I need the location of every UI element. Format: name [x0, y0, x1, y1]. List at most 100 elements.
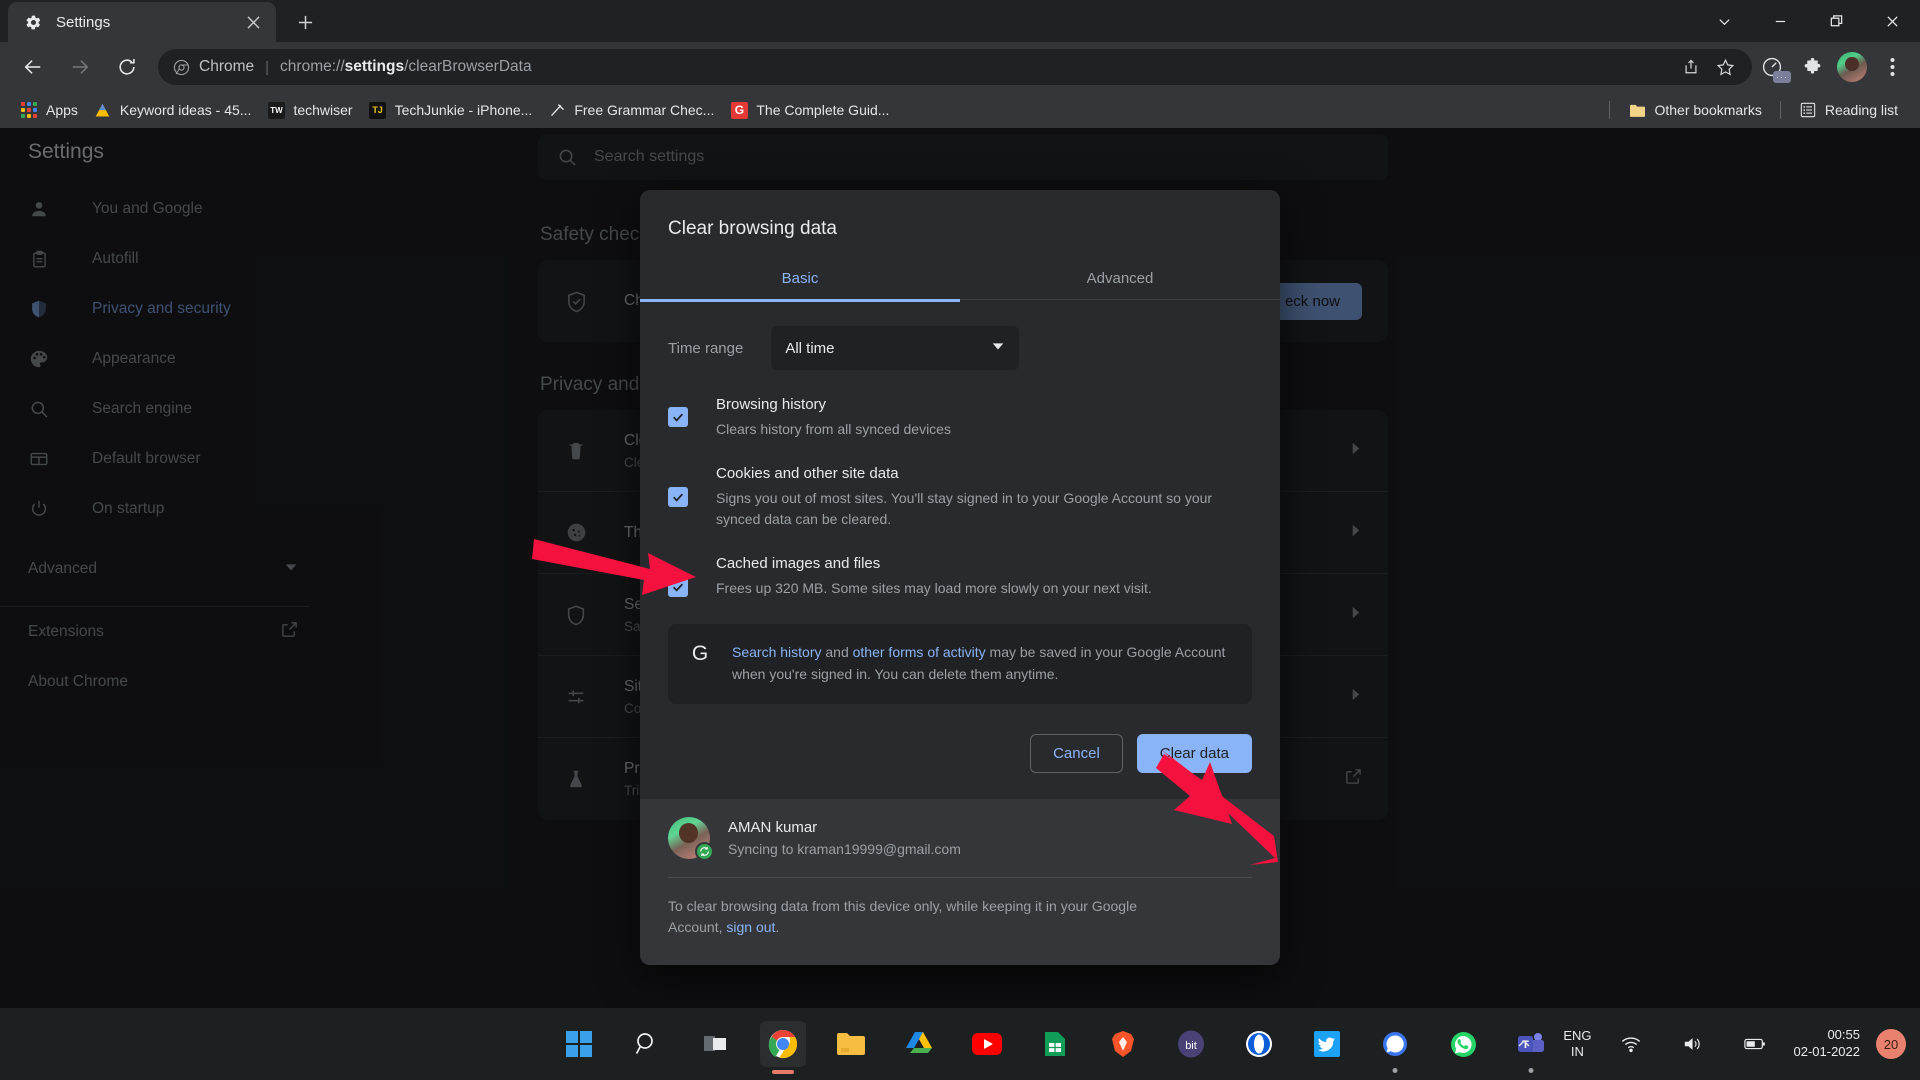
whatsapp-icon[interactable] — [1440, 1021, 1486, 1067]
sync-icon — [695, 841, 714, 861]
clock-date: 02-01-2022 — [1793, 1044, 1861, 1059]
url-bold: settings — [344, 58, 405, 75]
language-indicator[interactable]: ENG IN — [1563, 1028, 1591, 1061]
speedometer-icon[interactable]: ··· — [1752, 47, 1792, 87]
file-explorer-icon[interactable] — [828, 1021, 874, 1067]
dialog-footer: AMAN kumar Syncing to kraman19999@gmail.… — [640, 798, 1280, 965]
signal-icon[interactable] — [1372, 1021, 1418, 1073]
time-range-row: Time range All time — [668, 326, 1252, 370]
other-forms-of-activity-link[interactable]: other forms of activity — [853, 644, 986, 660]
option-title: Cached images and files — [716, 554, 881, 572]
omnibox-actions — [1674, 50, 1748, 84]
running-indicator-dot — [1392, 1068, 1398, 1073]
bookmark-item[interactable]: TW techwiser — [259, 96, 360, 124]
brave-icon[interactable] — [1100, 1021, 1146, 1067]
close-window-icon[interactable] — [1864, 0, 1920, 42]
checkbox-cached-images[interactable] — [668, 576, 688, 597]
battery-icon[interactable] — [1732, 1021, 1778, 1067]
bookmark-item[interactable]: Keyword ideas - 45... — [86, 96, 260, 124]
bookmarks-bar-right: Other bookmarks Reading list — [1599, 96, 1920, 124]
youtube-icon[interactable] — [964, 1021, 1010, 1067]
clock[interactable]: 00:55 02-01-2022 — [1794, 1027, 1861, 1061]
account-name: AMAN kumar — [728, 818, 818, 836]
bookmark-item[interactable]: Free Grammar Chec... — [540, 96, 722, 124]
time-range-select[interactable]: All time — [771, 326, 1020, 370]
close-icon[interactable] — [240, 9, 266, 35]
omnibox-separator: | — [265, 58, 270, 76]
bookmark-label: Reading list — [1824, 102, 1898, 118]
search-history-link[interactable]: Search history — [732, 644, 821, 660]
minimize-icon[interactable] — [1752, 0, 1808, 42]
chrome-icon[interactable] — [760, 1021, 806, 1067]
account-row: AMAN kumar Syncing to kraman19999@gmail.… — [668, 816, 1252, 861]
toolbar-right-icons: ··· — [1752, 47, 1920, 87]
checkbox-cookies[interactable] — [668, 487, 688, 508]
google-account-note: G Search history and other forms of acti… — [668, 624, 1252, 704]
reload-icon[interactable] — [107, 47, 147, 87]
bookmark-label: Free Grammar Chec... — [574, 102, 715, 118]
browser-tab-settings[interactable]: Settings — [8, 2, 276, 42]
option-title: Browsing history — [716, 396, 827, 413]
chevron-up-icon[interactable] — [1501, 1021, 1547, 1067]
checkbox-browsing-history[interactable] — [668, 407, 688, 427]
bookmark-item[interactable]: TJ TechJunkie - iPhone... — [361, 96, 541, 124]
divider — [1779, 101, 1781, 119]
language-line-2: IN — [1570, 1044, 1584, 1059]
running-indicator-dot — [1528, 1068, 1534, 1073]
option-cookies-and-site-data[interactable]: Cookies and other site data Signs you ou… — [668, 465, 1252, 529]
svg-text:bit: bit — [1185, 1040, 1197, 1052]
apps-grid-icon — [20, 101, 38, 119]
time-range-label: Time range — [668, 339, 744, 357]
option-cached-images-and-files[interactable]: Cached images and files Frees up 320 MB.… — [668, 555, 1252, 598]
cancel-button[interactable]: Cancel — [1030, 733, 1123, 773]
bookmark-label: techwiser — [293, 102, 353, 118]
google-g-icon: G — [691, 642, 709, 666]
address-bar[interactable]: Chrome | chrome://settings/clearBrowserD… — [158, 49, 1752, 85]
tab-strip: Settings — [0, 0, 1920, 42]
opera-icon[interactable] — [1236, 1021, 1282, 1067]
avatar — [668, 816, 714, 861]
chevron-down-icon[interactable] — [1696, 0, 1752, 42]
bookmark-item[interactable]: G The Complete Guid... — [722, 96, 897, 124]
search-icon[interactable] — [624, 1021, 670, 1067]
profile-avatar[interactable] — [1832, 47, 1872, 87]
notification-badge[interactable]: 20 — [1876, 1029, 1906, 1059]
share-icon[interactable] — [1674, 50, 1708, 84]
other-bookmarks-folder[interactable]: Other bookmarks — [1620, 96, 1769, 124]
omnibox-chip-label: Chrome — [199, 58, 255, 75]
clear-data-button[interactable]: Clear data — [1136, 733, 1252, 773]
omnibox-url: chrome://settings/clearBrowserData — [280, 58, 532, 76]
restore-icon[interactable] — [1808, 0, 1864, 42]
footer-note: To clear browsing data from this device … — [668, 896, 1188, 939]
bookmark-label: TechJunkie - iPhone... — [394, 102, 533, 118]
option-description: Frees up 320 MB. Some sites may load mor… — [716, 579, 1152, 596]
new-tab-button[interactable] — [288, 5, 322, 39]
wifi-icon[interactable] — [1608, 1021, 1654, 1067]
windows-start-icon[interactable] — [556, 1021, 602, 1067]
clock-time: 00:55 — [1827, 1027, 1860, 1043]
folder-icon — [1628, 101, 1646, 119]
dialog-actions: Cancel Clear data — [640, 704, 1280, 799]
bitly-icon[interactable]: bit — [1168, 1021, 1214, 1067]
bookmark-apps[interactable]: Apps — [12, 96, 86, 124]
account-sync-status: Syncing to kraman19999@gmail.com — [728, 840, 961, 857]
three-dots-menu-icon[interactable] — [1872, 47, 1912, 87]
windows-taskbar: bit T ENG IN 00:55 02-01-2022 20 — [0, 1008, 1920, 1080]
reading-list-button[interactable]: Reading list — [1791, 96, 1906, 124]
google-drive-icon[interactable] — [896, 1021, 942, 1067]
star-icon[interactable] — [1708, 50, 1742, 84]
option-browsing-history[interactable]: Browsing history Clears history from all… — [668, 396, 1252, 439]
tab-basic[interactable]: Basic — [640, 256, 960, 301]
google-sheets-icon[interactable] — [1032, 1021, 1078, 1067]
forward-arrow-icon[interactable] — [60, 47, 100, 87]
tab-advanced[interactable]: Advanced — [960, 256, 1280, 301]
taskbar-apps: bit T — [556, 1021, 1554, 1073]
twitter-icon[interactable] — [1304, 1021, 1350, 1067]
volume-icon[interactable] — [1670, 1021, 1716, 1067]
url-prefix: chrome:// — [280, 58, 345, 75]
sign-out-link[interactable]: sign out — [726, 919, 775, 935]
gear-icon — [24, 13, 42, 31]
extensions-puzzle-icon[interactable] — [1792, 47, 1832, 87]
task-view-icon[interactable] — [692, 1021, 738, 1067]
back-arrow-icon[interactable] — [13, 47, 53, 87]
